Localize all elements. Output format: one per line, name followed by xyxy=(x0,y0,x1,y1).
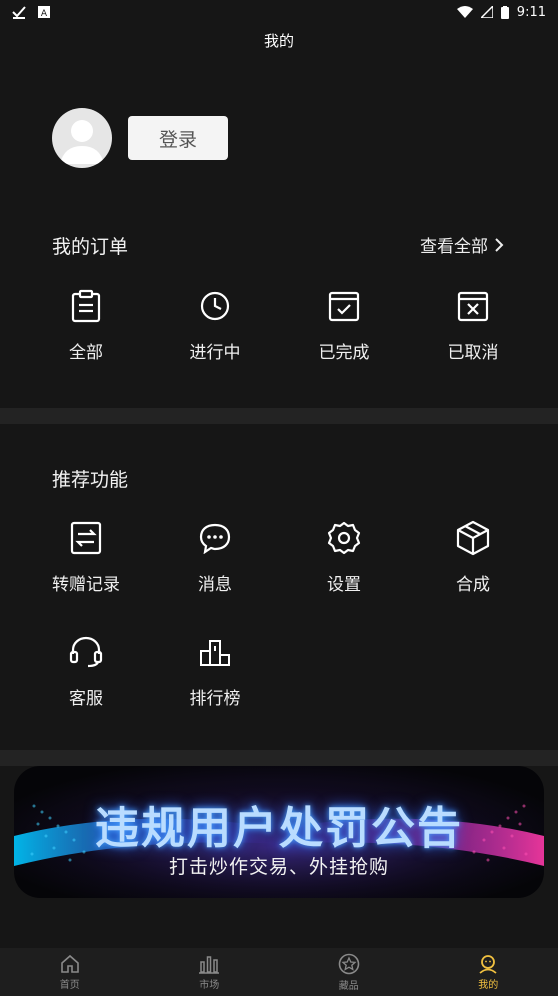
view-all-label: 查看全部 xyxy=(420,237,488,257)
order-all[interactable]: 全部 xyxy=(36,288,136,363)
tab-home[interactable]: 首页 xyxy=(0,948,140,996)
tab-collection[interactable]: 藏品 xyxy=(279,948,419,996)
profile-icon xyxy=(479,954,497,974)
tab-collection-label: 藏品 xyxy=(338,980,359,992)
feature-customer-service-label: 客服 xyxy=(69,689,103,709)
feature-synthesis[interactable]: 合成 xyxy=(423,520,523,595)
view-all-orders-link[interactable]: 查看全部 xyxy=(420,232,504,257)
feature-settings[interactable]: 设置 xyxy=(294,520,394,595)
bottom-tab-bar: 首页 市场 藏品 我的 xyxy=(0,948,558,996)
order-completed-label: 已完成 xyxy=(318,343,370,363)
chat-icon xyxy=(199,523,231,554)
signal-icon xyxy=(480,6,493,18)
feature-leaderboard-label: 排行榜 xyxy=(189,689,241,709)
login-button[interactable]: 登录 xyxy=(128,116,228,160)
transfer-icon xyxy=(70,521,102,555)
orders-title: 我的订单 xyxy=(52,236,129,258)
tab-market[interactable]: 市场 xyxy=(140,948,280,996)
order-cancelled[interactable]: 已取消 xyxy=(423,288,523,363)
banner-title: 违规用户处罚公告 xyxy=(95,803,463,854)
check-notification-icon xyxy=(12,6,26,19)
feature-messages[interactable]: 消息 xyxy=(165,520,265,595)
status-time: 9:11 xyxy=(516,4,546,20)
tab-mine-label: 我的 xyxy=(478,979,499,991)
svg-text:A: A xyxy=(41,9,48,18)
clock-icon xyxy=(200,291,230,321)
star-icon xyxy=(338,953,360,974)
order-in-progress-label: 进行中 xyxy=(189,343,241,363)
clipboard-icon xyxy=(71,289,101,323)
order-cancelled-label: 已取消 xyxy=(447,343,499,363)
calendar-check-icon xyxy=(328,291,360,322)
market-icon xyxy=(199,955,220,974)
wifi-icon xyxy=(456,6,473,18)
feature-transfer-records-label: 转赠记录 xyxy=(52,575,120,595)
chevron-right-icon xyxy=(495,237,504,252)
section-divider xyxy=(0,750,558,766)
gear-icon xyxy=(327,521,361,555)
ranking-icon xyxy=(200,640,230,666)
feature-settings-label: 设置 xyxy=(327,575,361,595)
order-all-label: 全部 xyxy=(69,343,103,363)
tab-market-label: 市场 xyxy=(199,979,220,991)
banner-subtitle: 打击炒作交易、外挂抢购 xyxy=(168,856,389,878)
battery-icon xyxy=(500,5,509,19)
page-title: 我的 xyxy=(263,32,294,50)
feature-synthesis-label: 合成 xyxy=(456,575,490,595)
app-notification-icon: A xyxy=(38,6,50,18)
headset-icon xyxy=(69,636,103,668)
home-icon xyxy=(60,954,79,973)
tab-home-label: 首页 xyxy=(59,979,80,991)
section-divider xyxy=(0,408,558,424)
calendar-x-icon xyxy=(457,291,489,322)
feature-messages-label: 消息 xyxy=(198,575,232,595)
feature-customer-service[interactable]: 客服 xyxy=(36,634,136,709)
avatar[interactable] xyxy=(52,108,112,168)
profile-section: 登录 xyxy=(52,108,228,168)
feature-transfer-records[interactable]: 转赠记录 xyxy=(36,520,136,595)
order-completed[interactable]: 已完成 xyxy=(294,288,394,363)
announcement-banner[interactable]: 违规用户处罚公告 打击炒作交易、外挂抢购 xyxy=(14,766,544,898)
tab-mine[interactable]: 我的 xyxy=(419,948,558,996)
order-in-progress[interactable]: 进行中 xyxy=(165,288,265,363)
cube-icon xyxy=(456,520,490,556)
default-avatar-icon xyxy=(60,120,104,164)
status-bar: A 9:11 xyxy=(0,0,558,24)
feature-leaderboard[interactable]: 排行榜 xyxy=(165,634,265,709)
features-title: 推荐功能 xyxy=(52,469,129,491)
